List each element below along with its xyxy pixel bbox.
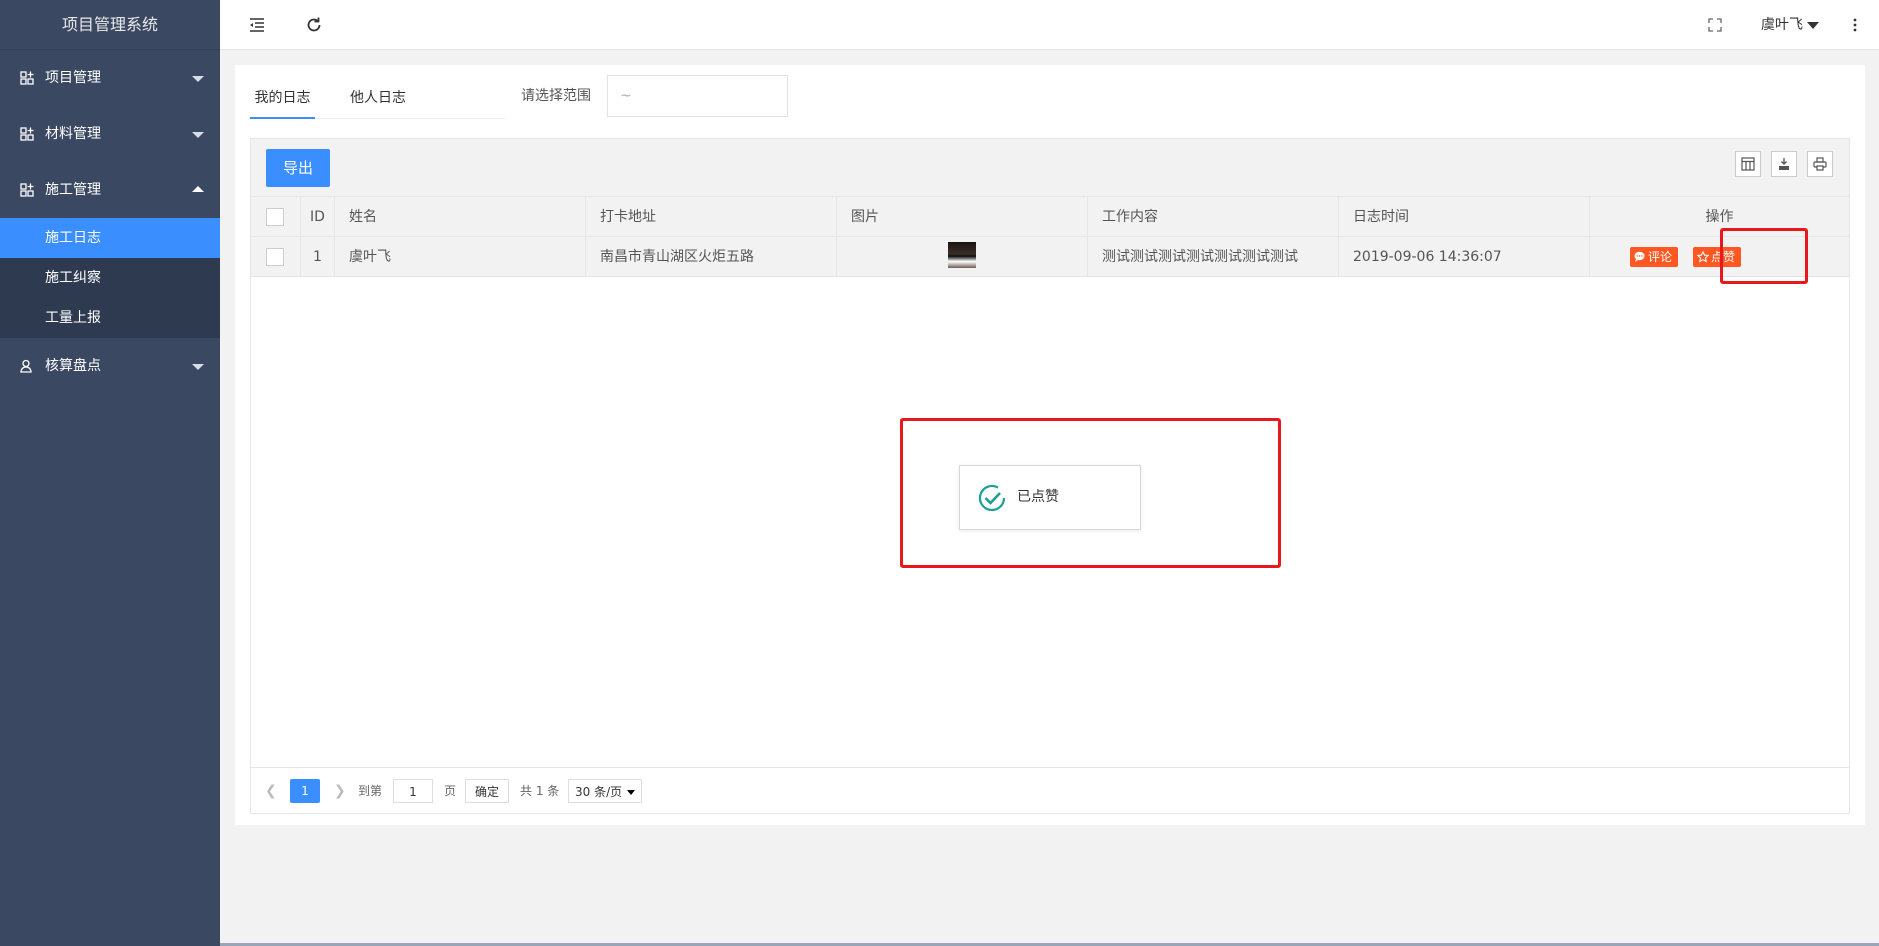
photo-thumbnail[interactable] xyxy=(948,242,976,268)
user-icon xyxy=(20,359,32,373)
chevron-down-icon xyxy=(192,132,204,138)
star-icon xyxy=(1697,251,1709,263)
sidebar-item-label: 核算盘点 xyxy=(45,358,101,374)
app-title: 项目管理系统 xyxy=(0,0,220,50)
table-header: ID 姓名 打卡地址 图片 工作内容 日志时间 操作 xyxy=(251,197,1849,237)
cell-address: 南昌市青山湖区火炬五路 xyxy=(586,237,837,277)
sidebar: 项目管理系统 项目管理 材料管理 施工管理 施工日志 施工纠察 工量上报 核算盘… xyxy=(0,0,220,946)
sidebar-item-workload-report[interactable]: 工量上报 xyxy=(0,298,220,338)
sidebar-item-project-management[interactable]: 项目管理 xyxy=(0,50,220,106)
page-1-button[interactable]: 1 xyxy=(290,779,320,803)
header-checkbox-cell xyxy=(251,197,301,237)
comment-button[interactable]: 评论 xyxy=(1630,247,1679,267)
range-label: 请选择范围 xyxy=(521,88,591,104)
top-header: 虞叶飞 xyxy=(220,0,1879,50)
export-button[interactable]: 导出 xyxy=(266,149,330,187)
user-name: 虞叶飞 xyxy=(1761,17,1803,33)
date-range-input[interactable]: ~ xyxy=(607,75,788,117)
col-header-id: ID xyxy=(301,197,335,237)
tab-my-log[interactable]: 我的日志 xyxy=(250,77,315,119)
col-header-address: 打卡地址 xyxy=(586,197,837,237)
sidebar-item-accounting-inventory[interactable]: 核算盘点 xyxy=(0,338,220,394)
pagination: ❮ 1 ❯ 到第 1 页 确定 共 1 条 30 条/页 xyxy=(251,767,1849,813)
dropdown-arrow-icon xyxy=(627,790,635,795)
goto-page-input[interactable]: 1 xyxy=(393,779,433,803)
export-file-icon[interactable] xyxy=(1771,151,1797,177)
goto-suffix: 页 xyxy=(444,784,457,798)
caret-down-icon xyxy=(1807,21,1819,29)
goto-confirm-button[interactable]: 确定 xyxy=(465,779,510,803)
goto-prefix: 到第 xyxy=(358,784,383,798)
sidebar-submenu: 施工日志 施工纠察 工量上报 xyxy=(0,218,220,338)
col-header-name: 姓名 xyxy=(335,197,586,237)
table-toolbar: 导出 xyxy=(251,139,1849,197)
columns-icon[interactable] xyxy=(1735,151,1761,177)
menu-fold-icon[interactable] xyxy=(248,16,266,34)
log-tabs: 我的日志 他人日志 xyxy=(250,77,505,119)
prev-page-icon[interactable]: ❮ xyxy=(265,779,277,803)
next-page-icon[interactable]: ❯ xyxy=(334,779,346,803)
row-checkbox-cell xyxy=(251,237,301,277)
sidebar-item-construction-inspection[interactable]: 施工纠察 xyxy=(0,258,220,298)
cell-name: 虞叶飞 xyxy=(335,237,586,277)
cell-id: 1 xyxy=(301,237,335,277)
table-row: 1 虞叶飞 南昌市青山湖区火炬五路 测试测试测试测试测试测试测试 2019-09… xyxy=(251,237,1849,277)
sidebar-item-label: 施工管理 xyxy=(45,182,101,198)
chevron-up-icon xyxy=(192,186,204,192)
cell-image xyxy=(837,237,1088,277)
sidebar-item-material-management[interactable]: 材料管理 xyxy=(0,106,220,162)
highlight-box-toast xyxy=(900,418,1281,568)
total-count: 共 1 条 xyxy=(520,784,560,798)
sidebar-item-label: 材料管理 xyxy=(45,126,101,142)
user-menu[interactable]: 虞叶飞 xyxy=(1761,0,1819,50)
col-header-image: 图片 xyxy=(837,197,1088,237)
grid-plus-icon xyxy=(20,71,34,85)
grid-plus-icon xyxy=(20,183,34,197)
select-all-checkbox[interactable] xyxy=(266,208,284,226)
tab-others-log[interactable]: 他人日志 xyxy=(350,77,406,119)
col-header-content: 工作内容 xyxy=(1088,197,1339,237)
cell-content: 测试测试测试测试测试测试测试 xyxy=(1088,237,1339,277)
row-checkbox[interactable] xyxy=(266,248,284,266)
cell-time: 2019-09-06 14:36:07 xyxy=(1339,237,1590,277)
refresh-icon[interactable] xyxy=(305,16,323,34)
sidebar-item-label: 项目管理 xyxy=(45,70,101,86)
highlight-box-like-button xyxy=(1720,228,1808,284)
more-vertical-icon[interactable] xyxy=(1846,16,1864,34)
chevron-down-icon xyxy=(192,76,204,82)
chevron-down-icon xyxy=(192,364,204,370)
sidebar-item-construction-management[interactable]: 施工管理 xyxy=(0,162,220,218)
print-icon[interactable] xyxy=(1807,151,1833,177)
page-size-value: 30 条/页 xyxy=(575,785,623,799)
sidebar-item-construction-log[interactable]: 施工日志 xyxy=(0,218,220,258)
fullscreen-icon[interactable] xyxy=(1706,16,1724,34)
grid-plus-icon xyxy=(20,127,34,141)
page-size-select[interactable]: 30 条/页 xyxy=(568,779,642,803)
comment-icon xyxy=(1634,251,1645,262)
col-header-time: 日志时间 xyxy=(1339,197,1590,237)
comment-label: 评论 xyxy=(1648,250,1673,264)
